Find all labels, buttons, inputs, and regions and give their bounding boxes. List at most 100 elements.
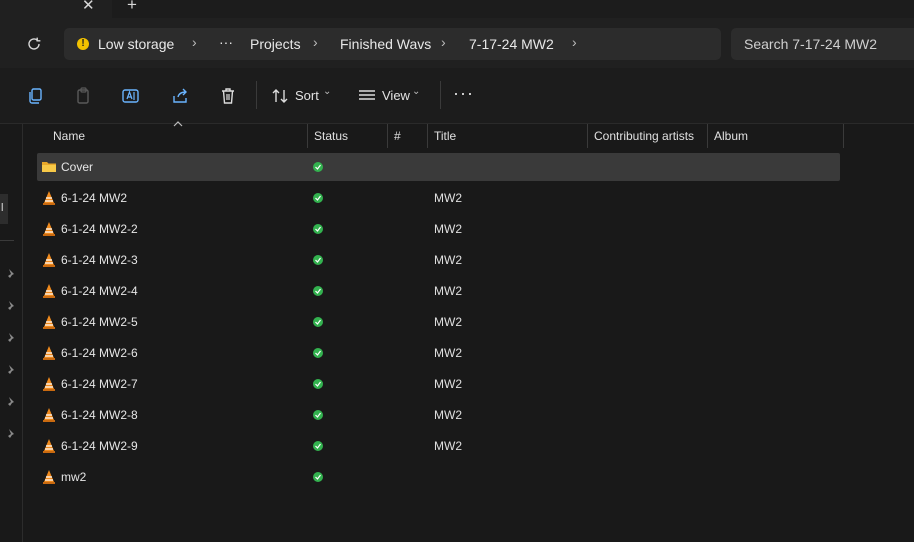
list-item[interactable]: 6-1-24 MW2-7 MW2 xyxy=(37,370,840,398)
sync-status-icon xyxy=(313,162,323,172)
breadcrumb-item-current[interactable]: 7-17-24 MW2 xyxy=(469,36,554,52)
tab-strip: ✕ + xyxy=(0,0,914,18)
sync-status-icon xyxy=(313,193,323,203)
warning-icon: ! xyxy=(77,38,89,50)
navigation-pane: l xyxy=(0,124,23,542)
view-icon[interactable] xyxy=(357,86,377,106)
chevron-right-icon[interactable]: › xyxy=(313,34,318,50)
file-name: Cover xyxy=(61,160,94,174)
nav-divider xyxy=(0,240,14,241)
share-icon[interactable] xyxy=(170,86,190,106)
sync-status-icon xyxy=(313,472,323,482)
pin-icon[interactable] xyxy=(4,427,18,441)
column-resize-handle[interactable] xyxy=(587,124,588,148)
delete-icon[interactable] xyxy=(218,86,238,106)
low-storage-label[interactable]: Low storage xyxy=(98,36,174,52)
file-name: 6-1-24 MW2-5 xyxy=(61,315,138,329)
list-item[interactable]: 6-1-24 MW2-5 MW2 xyxy=(37,308,840,336)
file-name: 6-1-24 MW2-7 xyxy=(61,377,138,391)
column-header-album[interactable]: Album xyxy=(714,129,748,143)
file-title: MW2 xyxy=(434,377,462,391)
breadcrumb-item-projects[interactable]: Projects xyxy=(250,36,301,52)
breadcrumb-item-finished-wavs[interactable]: Finished Wavs xyxy=(340,36,431,52)
file-name: 6-1-24 MW2 xyxy=(61,191,128,205)
list-item[interactable]: 6-1-24 MW2-3 MW2 xyxy=(37,246,840,274)
toolbar-divider xyxy=(256,81,257,109)
file-name: 6-1-24 MW2-4 xyxy=(61,284,138,298)
sync-status-icon xyxy=(313,410,323,420)
chevron-right-icon[interactable]: › xyxy=(192,34,197,50)
chevron-right-icon[interactable]: › xyxy=(572,34,577,50)
list-item[interactable]: 6-1-24 MW2-4 MW2 xyxy=(37,277,840,305)
nav-selected-label: l xyxy=(1,202,4,214)
list-item[interactable]: Cover xyxy=(37,153,840,181)
list-item[interactable]: 6-1-24 MW2-8 MW2 xyxy=(37,401,840,429)
search-placeholder: Search 7-17-24 MW2 xyxy=(744,36,878,52)
file-name: 6-1-24 MW2-9 xyxy=(61,439,138,453)
vlc-media-icon xyxy=(43,191,55,205)
column-header-status[interactable]: Status xyxy=(314,129,348,143)
chevron-right-icon[interactable]: › xyxy=(441,34,446,50)
copy-icon[interactable] xyxy=(26,86,46,106)
column-resize-handle[interactable] xyxy=(307,124,308,148)
vlc-media-icon xyxy=(43,346,55,360)
sync-status-icon xyxy=(313,224,323,234)
list-item[interactable]: 6-1-24 MW2 MW2 xyxy=(37,184,840,212)
rename-icon[interactable] xyxy=(121,86,141,106)
file-title: MW2 xyxy=(434,222,462,236)
command-bar: Sort ⌄ View ⌄ ··· xyxy=(0,68,914,124)
list-item[interactable]: 6-1-24 MW2-9 MW2 xyxy=(37,432,840,460)
column-header-title[interactable]: Title xyxy=(434,129,456,143)
refresh-icon[interactable] xyxy=(24,34,44,54)
file-name: 6-1-24 MW2-6 xyxy=(61,346,138,360)
vlc-media-icon xyxy=(43,284,55,298)
vlc-media-icon xyxy=(43,377,55,391)
sync-status-icon xyxy=(313,317,323,327)
column-resize-handle[interactable] xyxy=(843,124,844,148)
sync-status-icon xyxy=(313,379,323,389)
nav-selected-item[interactable]: l xyxy=(0,194,8,224)
file-title: MW2 xyxy=(434,346,462,360)
list-item[interactable]: 6-1-24 MW2-6 MW2 xyxy=(37,339,840,367)
paste-icon[interactable] xyxy=(74,86,94,106)
pin-icon[interactable] xyxy=(4,299,18,313)
sync-status-icon xyxy=(313,348,323,358)
column-header-contributing-artists[interactable]: Contributing artists xyxy=(594,129,694,143)
pin-icon[interactable] xyxy=(4,267,18,281)
column-resize-handle[interactable] xyxy=(427,124,428,148)
column-resize-handle[interactable] xyxy=(707,124,708,148)
breadcrumb-overflow[interactable]: ··· xyxy=(219,34,233,50)
sort-button[interactable]: Sort xyxy=(295,88,319,103)
column-header-name[interactable]: Name xyxy=(53,129,85,143)
view-button[interactable]: View xyxy=(382,88,410,103)
file-title: MW2 xyxy=(434,191,462,205)
file-name: 6-1-24 MW2-2 xyxy=(61,222,138,236)
pin-icon[interactable] xyxy=(4,331,18,345)
file-name: 6-1-24 MW2-3 xyxy=(61,253,138,267)
search-input[interactable]: Search 7-17-24 MW2 xyxy=(731,28,914,60)
toolbar-divider xyxy=(440,81,441,109)
chevron-down-icon[interactable]: ⌄ xyxy=(412,86,420,97)
column-resize-handle[interactable] xyxy=(387,124,388,148)
sync-status-icon xyxy=(313,286,323,296)
vlc-media-icon xyxy=(43,222,55,236)
list-item[interactable]: mw2 xyxy=(37,463,840,491)
sync-status-icon xyxy=(313,255,323,265)
new-tab-button[interactable]: + xyxy=(127,0,137,15)
vlc-media-icon xyxy=(43,315,55,329)
pin-icon[interactable] xyxy=(4,363,18,377)
vlc-media-icon xyxy=(43,439,55,453)
more-options-button[interactable]: ··· xyxy=(453,83,474,104)
sync-status-icon xyxy=(313,441,323,451)
chevron-down-icon[interactable]: ⌄ xyxy=(323,86,331,97)
file-title: MW2 xyxy=(434,284,462,298)
list-item[interactable]: 6-1-24 MW2-2 MW2 xyxy=(37,215,840,243)
file-name: mw2 xyxy=(61,470,87,484)
column-header-number[interactable]: # xyxy=(394,129,401,143)
sort-ascending-icon xyxy=(173,121,183,127)
pin-icon[interactable] xyxy=(4,395,18,409)
sort-icon[interactable] xyxy=(270,86,290,106)
breadcrumb[interactable]: ! Low storage › ··· › Projects Finished … xyxy=(64,28,721,60)
close-tab-icon[interactable]: ✕ xyxy=(82,0,95,14)
active-tab[interactable]: ✕ xyxy=(0,0,112,18)
